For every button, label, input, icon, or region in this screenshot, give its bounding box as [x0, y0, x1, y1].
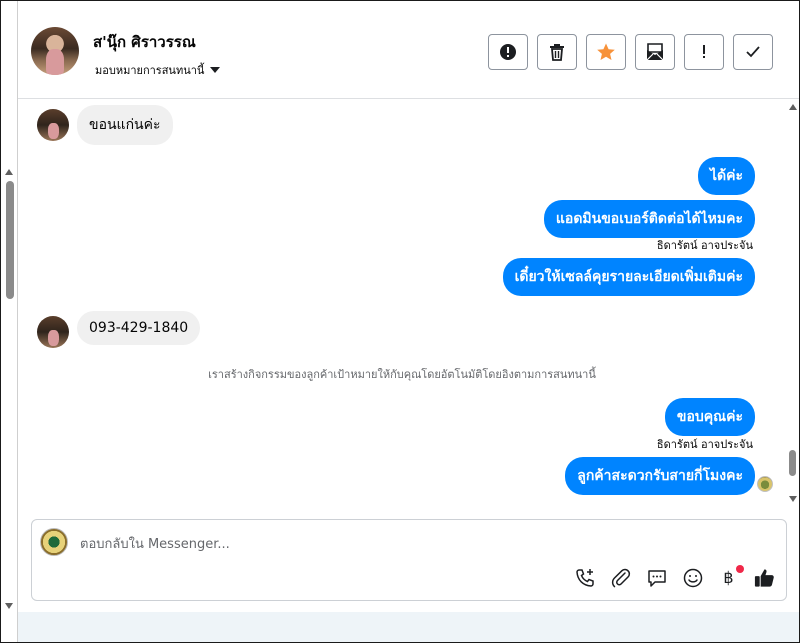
scroll-up-arrow-icon[interactable] [5, 169, 13, 175]
conversation-header: ส'นุ๊ก ศิราวรรณ มอบหมายการสนทนานี้ [18, 1, 799, 99]
scroll-down-arrow-icon[interactable] [5, 603, 13, 609]
chat-bubble-icon [647, 569, 666, 587]
reply-input[interactable] [80, 534, 680, 554]
reply-composer: ฿ [31, 519, 787, 601]
conversation-toolbar [488, 34, 773, 70]
incoming-message[interactable]: 093-429-1840 [77, 311, 201, 345]
outgoing-message[interactable]: เดี๋ยวให้เซลล์คุยรายละเอียดเพิ่มเติมค่ะ [502, 258, 755, 296]
incoming-message[interactable]: ขอนแก่นค่ะ [77, 105, 173, 145]
page-avatar [40, 528, 68, 556]
trash-icon [550, 44, 564, 61]
contact-avatar[interactable] [31, 27, 79, 75]
mark-unread-button[interactable] [635, 34, 675, 70]
assign-label: มอบหมายการสนทนานี้ [95, 64, 205, 77]
outgoing-message[interactable]: แอดมินขอเบอร์ติดต่อได้ไหมคะ [543, 200, 755, 238]
seen-indicator-avatar [757, 476, 773, 492]
contact-name[interactable]: ส'นุ๊ก ศิราวรรณ [93, 30, 196, 54]
exclamation-icon [703, 45, 705, 58]
baht-icon: ฿ [723, 568, 734, 587]
emoji-button[interactable] [681, 566, 704, 589]
attach-button[interactable] [609, 566, 632, 589]
outgoing-message[interactable]: ลูกค้าสะดวกรับสายกี่โมงคะ [565, 457, 755, 495]
scroll-thumb[interactable] [6, 181, 14, 299]
message-list[interactable]: ขอนแก่นค่ะ ได้ค่ะ แอดมินขอเบอร์ติดต่อได้… [18, 100, 786, 508]
envelope-icon [646, 43, 664, 61]
contact-avatar-small[interactable] [37, 109, 69, 141]
alert-circle-icon [500, 44, 516, 60]
thumbs-up-icon [754, 568, 774, 587]
composer-actions: ฿ [573, 565, 776, 589]
window-bottom-bar [18, 612, 799, 642]
contact-avatar-small[interactable] [37, 316, 69, 348]
smiley-icon [683, 568, 702, 587]
phone-plus-icon [575, 568, 594, 587]
sender-label: ธิดารัตน์ อาจประจัน [656, 239, 753, 252]
like-button[interactable] [753, 566, 776, 589]
scroll-thumb[interactable] [789, 450, 796, 476]
system-note: เราสร้างกิจกรรมของลูกค้าเป้าหมายให้กับคุ… [208, 368, 596, 381]
saved-replies-button[interactable] [645, 566, 668, 589]
star-button[interactable] [586, 34, 626, 70]
done-button[interactable] [733, 34, 773, 70]
paperclip-icon [611, 568, 630, 587]
delete-button[interactable] [537, 34, 577, 70]
scroll-down-arrow-icon[interactable] [789, 496, 797, 502]
outgoing-message[interactable]: ขอบคุณค่ะ [664, 398, 755, 436]
left-scrollbar[interactable] [1, 1, 18, 642]
notification-dot [736, 565, 744, 573]
check-icon [746, 46, 760, 58]
caret-down-icon [210, 67, 221, 73]
assign-conversation-dropdown[interactable]: มอบหมายการสนทนานี้ [95, 61, 221, 79]
add-call-button[interactable] [573, 566, 596, 589]
follow-up-button[interactable] [684, 34, 724, 70]
star-icon [597, 43, 615, 60]
outgoing-message[interactable]: ได้ค่ะ [697, 157, 755, 195]
conversation-scrollbar[interactable] [786, 100, 799, 508]
spam-button[interactable] [488, 34, 528, 70]
scroll-up-arrow-icon[interactable] [789, 104, 797, 110]
sender-label: ธิดารัตน์ อาจประจัน [656, 438, 753, 451]
payment-button[interactable]: ฿ [717, 565, 744, 589]
